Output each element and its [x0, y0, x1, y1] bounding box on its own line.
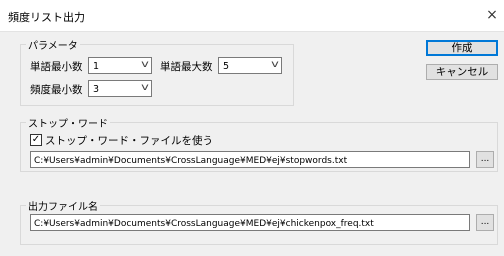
min-word-count-value: 1	[93, 61, 100, 72]
output-path-input[interactable]: C:¥Users¥admin¥Documents¥CrossLanguage¥M…	[30, 214, 470, 231]
cancel-button[interactable]: キャンセル	[426, 64, 498, 80]
min-frequency-value: 3	[93, 84, 100, 95]
use-stopwords-checkbox[interactable]: ✓	[30, 134, 42, 146]
min-frequency-label: 頻度最小数	[30, 84, 83, 96]
min-word-count-select[interactable]: 1 v	[88, 57, 152, 74]
max-word-count-select[interactable]: 5 v	[218, 57, 282, 74]
output-browse-button[interactable]: ...	[476, 214, 494, 231]
stopwords-legend: ストップ・ワード	[26, 115, 110, 130]
chevron-down-icon: v	[141, 59, 149, 70]
max-word-count-label: 単語最大数	[160, 61, 213, 73]
parameters-legend: パラメータ	[26, 37, 80, 52]
stopwords-path-input[interactable]: C:¥Users¥admin¥Documents¥CrossLanguage¥M…	[30, 151, 470, 168]
window-title: 頻度リスト出力	[8, 11, 85, 24]
min-frequency-select[interactable]: 3 v	[88, 80, 152, 97]
max-word-count-value: 5	[223, 61, 230, 72]
chevron-down-icon: v	[271, 59, 279, 70]
output-legend: 出力ファイル名	[26, 198, 100, 213]
output-path-value: C:¥Users¥admin¥Documents¥CrossLanguage¥M…	[34, 219, 374, 229]
chevron-down-icon: v	[141, 82, 149, 93]
stopwords-path-value: C:¥Users¥admin¥Documents¥CrossLanguage¥M…	[34, 156, 348, 166]
create-button[interactable]: 作成	[426, 40, 498, 56]
close-icon[interactable]: ×	[484, 6, 500, 24]
use-stopwords-label[interactable]: ストップ・ワード・ファイルを使う	[45, 133, 213, 148]
stopwords-browse-button[interactable]: ...	[476, 151, 494, 168]
min-word-count-label: 単語最小数	[30, 61, 83, 73]
